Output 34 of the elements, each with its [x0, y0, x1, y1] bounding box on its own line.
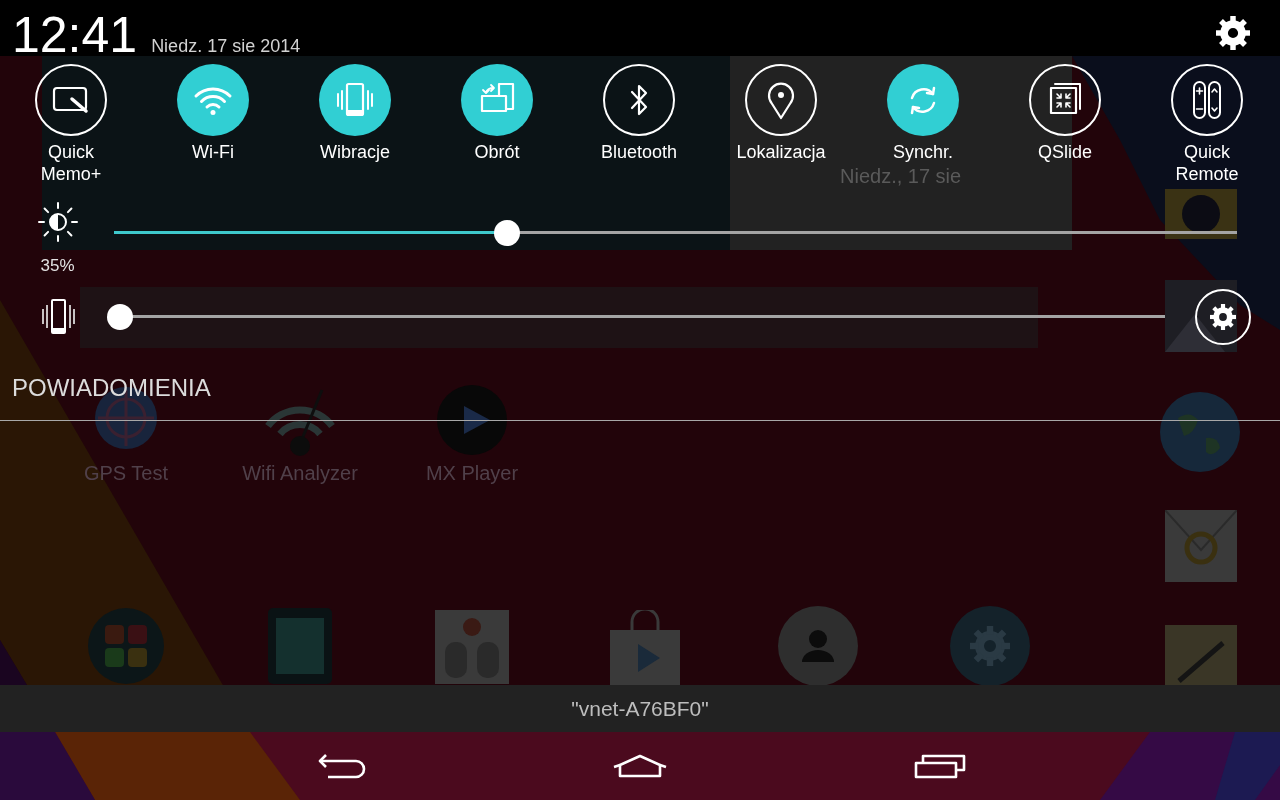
play-app-icon: [436, 384, 508, 456]
vibration-toggle[interactable]: Wibracje: [319, 64, 391, 163]
quick-memo-toggle[interactable]: Quick Memo+: [21, 64, 121, 185]
wifi-toggle[interactable]: Wi-Fi: [177, 64, 249, 163]
sync-toggle[interactable]: Synchr.: [887, 64, 959, 163]
location-toggle[interactable]: Lokalizacja: [736, 64, 826, 163]
back-icon[interactable]: [316, 752, 368, 780]
clock-time: 12:41: [12, 15, 138, 55]
home-icon[interactable]: [612, 753, 668, 779]
app-label: MX Player: [425, 461, 519, 485]
app-label: Wifi Analyzer: [242, 461, 358, 485]
camera-app-icon: [1165, 189, 1237, 239]
gear-app-icon: [950, 606, 1030, 686]
quick-remote-toggle[interactable]: Quick Remote: [1157, 64, 1257, 185]
widget-date: Niedz., 17 sie: [840, 164, 962, 188]
app-label: GPS Test: [83, 461, 169, 485]
shopping-bag-app-icon: [608, 610, 682, 686]
section-title: POWIADOMIENIA: [12, 374, 211, 402]
mail-app-icon: [1165, 510, 1237, 582]
recent-apps-icon[interactable]: [914, 752, 966, 780]
rotation-toggle[interactable]: Obrót: [461, 64, 533, 163]
status-date: Niedz. 17 sie 2014: [151, 36, 301, 56]
settings-icon[interactable]: [1215, 15, 1251, 51]
phone-sync-app-icon: [268, 608, 332, 684]
toast-text: "vnet-A76BF0": [571, 696, 709, 721]
brightness-percent: 35%: [40, 256, 75, 276]
folder-app-icon: [87, 607, 165, 685]
notepad-app-icon: [1165, 625, 1237, 685]
bluetooth-toggle[interactable]: Bluetooth: [600, 64, 678, 163]
wallpaper-stripe: [1215, 732, 1280, 800]
brightness-icon: [35, 200, 80, 244]
globe-app-icon: [1160, 392, 1240, 472]
settings-icon[interactable]: [1195, 289, 1251, 345]
qslide-toggle[interactable]: QSlide: [1029, 64, 1101, 163]
